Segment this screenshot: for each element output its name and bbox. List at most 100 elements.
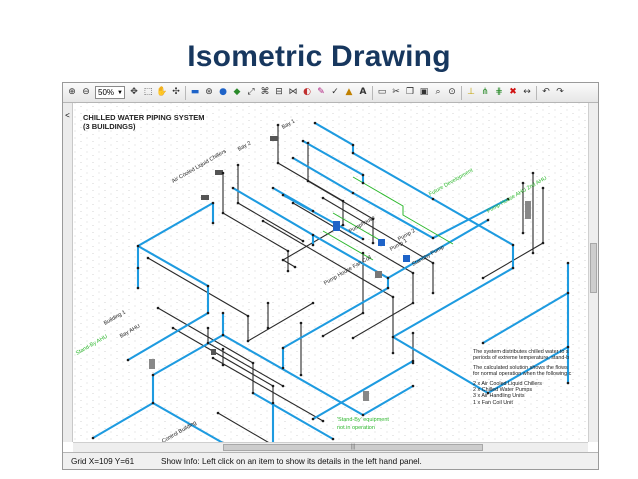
chiller-symbol[interactable] — [201, 195, 209, 200]
pipe-node[interactable] — [566, 291, 570, 295]
box-icon[interactable]: ▭ — [376, 86, 388, 100]
pipe-node[interactable] — [291, 201, 295, 205]
pipe-node[interactable] — [251, 361, 255, 365]
find-icon[interactable]: ⌕ — [432, 86, 444, 100]
pipe-node[interactable] — [306, 179, 310, 183]
pipe-node[interactable] — [221, 311, 225, 315]
merge-icon[interactable]: ⋔ — [479, 86, 491, 100]
pipe-node[interactable] — [321, 196, 325, 200]
pipe-node[interactable] — [301, 139, 305, 143]
undo-icon[interactable]: ↶ — [540, 86, 552, 100]
ahu-symbol[interactable] — [149, 359, 155, 369]
zoom-fit-icon[interactable]: ⊙ — [446, 86, 458, 100]
fan-coil-icon[interactable]: ⌘ — [259, 86, 271, 100]
pipe-node[interactable] — [271, 384, 275, 388]
pipe-node[interactable] — [136, 244, 140, 248]
pipe-node[interactable] — [221, 171, 225, 175]
move-node-icon[interactable]: ↔ — [521, 86, 533, 100]
pipe-node[interactable] — [511, 266, 515, 270]
pipe-node[interactable] — [411, 271, 415, 275]
pipe-node[interactable] — [351, 191, 355, 195]
pipe-node[interactable] — [271, 186, 275, 190]
drawing-canvas[interactable]: Bay 1 Bay 2 Air Cooled Liquid Chillers F… — [63, 103, 598, 452]
pipe-node[interactable] — [411, 331, 415, 335]
pipe-node[interactable] — [236, 201, 240, 205]
pipe-node[interactable] — [531, 171, 535, 175]
pipe-node[interactable] — [321, 419, 325, 423]
pipe-node[interactable] — [281, 366, 285, 370]
pipe-node[interactable] — [291, 156, 295, 160]
pipe-node[interactable] — [566, 345, 570, 349]
tee-icon[interactable]: ⊥ — [465, 86, 477, 100]
pipe-node[interactable] — [361, 173, 365, 177]
pipe-node[interactable] — [146, 256, 150, 260]
node-icon[interactable]: ● — [217, 86, 229, 100]
pipe-node[interactable] — [361, 181, 365, 185]
pipe-node[interactable] — [521, 181, 525, 185]
pipe-node[interactable] — [293, 265, 297, 269]
pipe-node[interactable] — [321, 334, 325, 338]
pipe-node[interactable] — [91, 436, 95, 440]
pipe-node[interactable] — [341, 223, 345, 227]
left-panel-toggle[interactable]: < — [63, 103, 73, 442]
pipe-node[interactable] — [246, 339, 250, 343]
redo-icon[interactable]: ↷ — [554, 86, 566, 100]
text-icon[interactable]: A — [357, 86, 369, 100]
pipe-node[interactable] — [211, 201, 215, 205]
pipe-node[interactable] — [251, 391, 255, 395]
pump-symbol[interactable] — [403, 255, 410, 262]
pipe-node[interactable] — [411, 384, 415, 388]
pipe-node[interactable] — [211, 356, 215, 360]
pipe-node[interactable] — [211, 221, 215, 225]
pipe-node[interactable] — [266, 326, 270, 330]
pipe-node[interactable] — [221, 347, 225, 351]
delete-icon[interactable]: ✖ — [507, 86, 519, 100]
pipe-node[interactable] — [276, 123, 280, 127]
pipe-icon[interactable]: ▬ — [189, 86, 201, 100]
select-icon[interactable]: ⬚ — [142, 86, 154, 100]
paste-icon[interactable]: ▣ — [418, 86, 430, 100]
pipe-node[interactable] — [361, 251, 365, 255]
pan-icon[interactable]: ✥ — [128, 86, 140, 100]
pump-icon[interactable]: ⊛ — [203, 86, 215, 100]
edit-icon[interactable]: ✎ — [315, 86, 327, 100]
pipe-node[interactable] — [266, 301, 270, 305]
pipe-node[interactable] — [431, 261, 435, 265]
pipe-node[interactable] — [271, 401, 275, 405]
horizontal-scrollbar[interactable]: ||| — [73, 442, 588, 452]
pipe-node[interactable] — [481, 341, 485, 345]
pipe-node[interactable] — [511, 243, 515, 247]
valve-symbol[interactable] — [211, 349, 216, 355]
cut-icon[interactable]: ✂ — [390, 86, 402, 100]
pipe-node[interactable] — [206, 284, 210, 288]
pipe-node[interactable] — [311, 209, 315, 213]
zoom-select[interactable]: 50% ▼ — [95, 86, 125, 99]
pipe-node[interactable] — [261, 219, 265, 223]
pipe-node[interactable] — [126, 358, 130, 362]
pipe-node[interactable] — [566, 261, 570, 265]
pipe-node[interactable] — [311, 243, 315, 247]
pipe-node[interactable] — [541, 186, 545, 190]
flow-icon[interactable]: ◐ — [301, 86, 313, 100]
pipe-node[interactable] — [361, 413, 365, 417]
pipe-node[interactable] — [151, 401, 155, 405]
pipe-node[interactable] — [481, 276, 485, 280]
pipe-node[interactable] — [301, 239, 305, 243]
pipe-node[interactable] — [246, 314, 250, 318]
link-icon[interactable]: ◆ — [231, 86, 243, 100]
warning-icon[interactable]: ▲ — [343, 86, 355, 100]
pipe-node[interactable] — [361, 311, 365, 315]
pipe-node[interactable] — [391, 351, 395, 355]
pipe-node[interactable] — [411, 301, 415, 305]
pipe-node[interactable] — [311, 233, 315, 237]
vertical-scrollbar[interactable] — [588, 103, 598, 442]
pipe-node[interactable] — [351, 336, 355, 340]
pipe-node[interactable] — [281, 193, 285, 197]
pipe-node[interactable] — [221, 211, 225, 215]
pipe-node[interactable] — [521, 231, 525, 235]
pipe-node[interactable] — [341, 199, 345, 203]
pipe-node[interactable] — [171, 326, 175, 330]
pipe-node[interactable] — [281, 384, 285, 388]
pipe-node[interactable] — [391, 335, 395, 339]
pipe-node[interactable] — [351, 151, 355, 155]
